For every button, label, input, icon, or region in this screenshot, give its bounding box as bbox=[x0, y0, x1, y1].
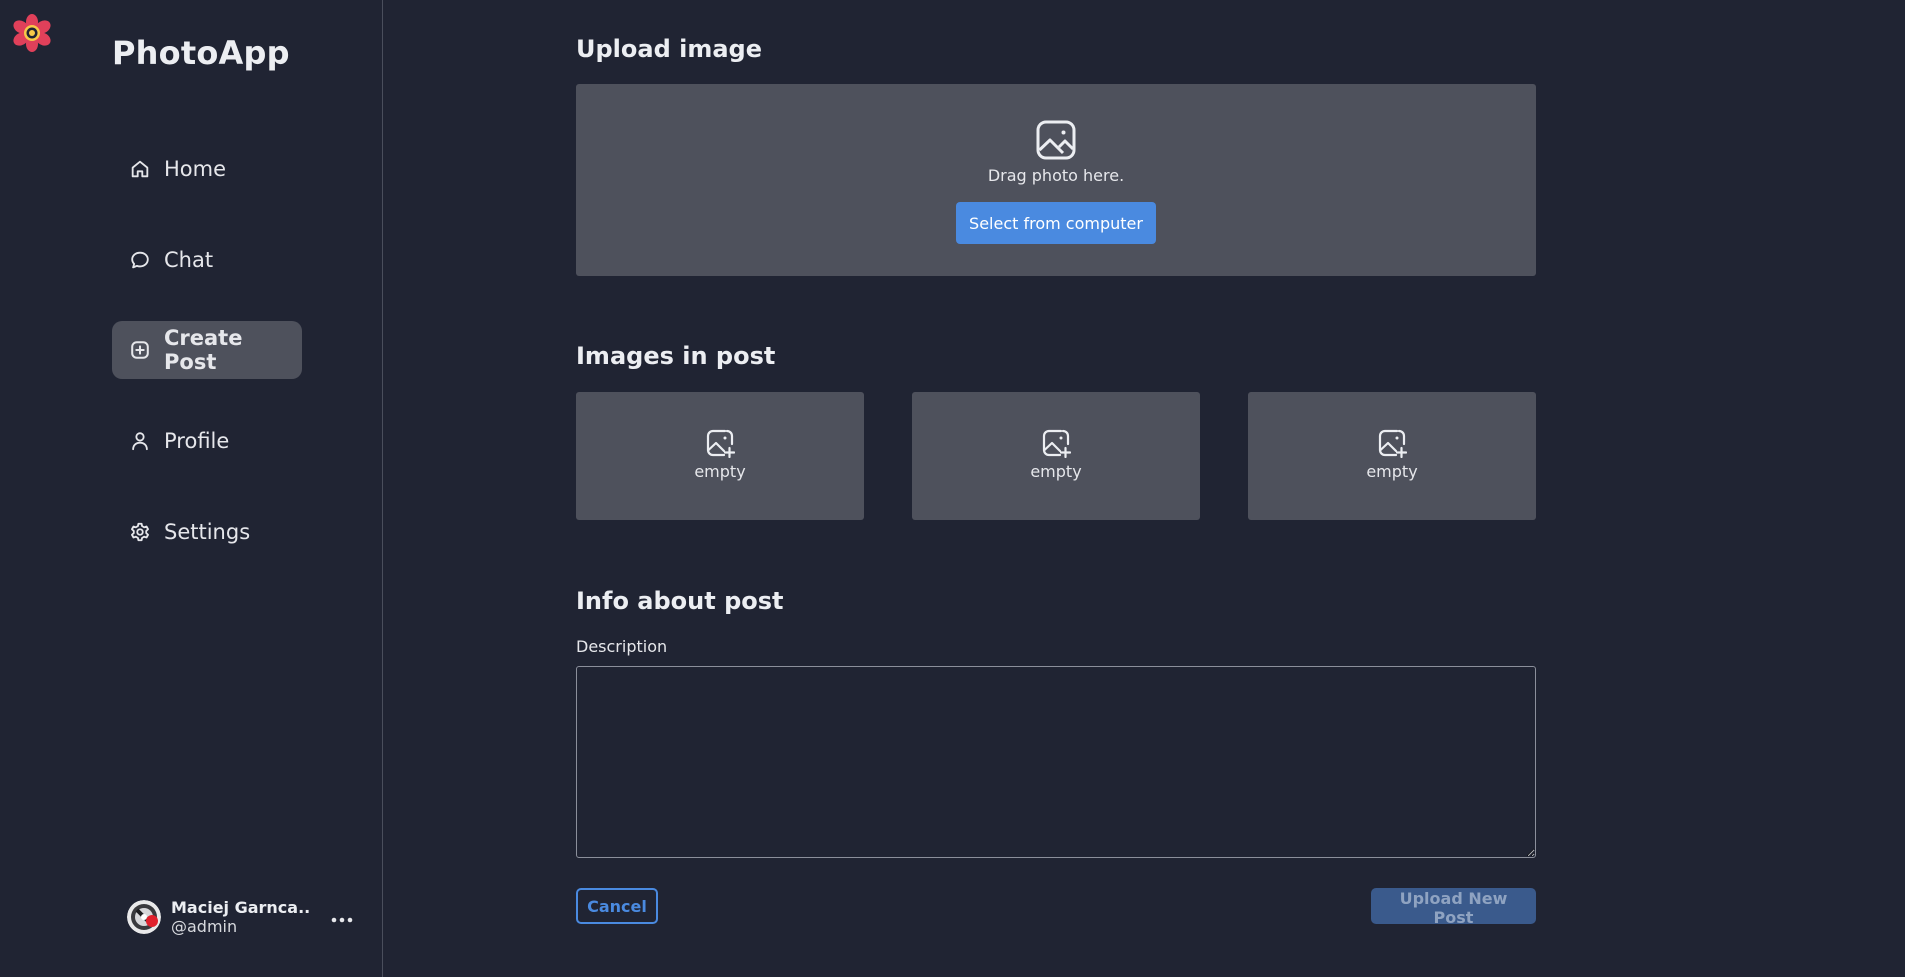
more-options-button[interactable] bbox=[328, 903, 356, 931]
plus-square-icon bbox=[129, 339, 151, 361]
info-section-title: Info about post bbox=[576, 587, 784, 615]
image-slot-3[interactable]: empty bbox=[1248, 392, 1536, 520]
photo-dropzone[interactable]: Drag photo here. Select from computer bbox=[576, 84, 1536, 276]
sidebar-item-home[interactable]: Home bbox=[112, 140, 302, 198]
sidebar-item-label: Home bbox=[164, 157, 227, 181]
upload-new-post-button[interactable]: Upload New Post bbox=[1371, 888, 1536, 927]
ellipsis-icon bbox=[331, 908, 353, 927]
sidebar: PhotoApp Home Chat Create Post Profile S… bbox=[0, 0, 383, 977]
sidebar-item-settings[interactable]: Settings bbox=[112, 503, 302, 561]
description-field[interactable] bbox=[576, 666, 1536, 858]
upload-section-title: Upload image bbox=[576, 35, 762, 63]
sidebar-item-label: Settings bbox=[164, 520, 251, 544]
cancel-button[interactable]: Cancel bbox=[576, 888, 658, 924]
dropzone-hint: Drag photo here. bbox=[987, 166, 1125, 185]
image-slot-label: empty bbox=[694, 462, 746, 481]
sidebar-item-profile[interactable]: Profile bbox=[112, 412, 302, 470]
images-section-title: Images in post bbox=[576, 342, 776, 370]
home-icon bbox=[129, 158, 151, 180]
image-slot-label: empty bbox=[1030, 462, 1082, 481]
image-add-icon bbox=[1041, 428, 1072, 459]
image-add-icon bbox=[705, 428, 736, 459]
gear-icon bbox=[129, 521, 151, 543]
user-name: Maciej Garnca... bbox=[171, 897, 311, 917]
sidebar-item-chat[interactable]: Chat bbox=[112, 231, 302, 289]
description-label: Description bbox=[576, 637, 668, 656]
user-icon bbox=[129, 430, 151, 452]
user-handle: @admin bbox=[171, 917, 238, 936]
image-slot-1[interactable]: empty bbox=[576, 392, 864, 520]
avatar bbox=[127, 900, 161, 934]
sidebar-item-label: Create Post bbox=[164, 326, 243, 374]
chat-bubble-icon bbox=[129, 249, 151, 271]
sidebar-item-create-post[interactable]: Create Post bbox=[112, 321, 302, 379]
image-icon bbox=[1035, 119, 1077, 161]
sidebar-item-label: Chat bbox=[164, 248, 214, 272]
user-card[interactable]: Maciej Garnca... @admin bbox=[127, 895, 357, 939]
app-name: PhotoApp bbox=[112, 34, 290, 72]
image-slot-2[interactable]: empty bbox=[912, 392, 1200, 520]
select-from-computer-button[interactable]: Select from computer bbox=[956, 202, 1156, 244]
image-add-icon bbox=[1377, 428, 1408, 459]
image-slot-label: empty bbox=[1366, 462, 1418, 481]
sidebar-item-label: Profile bbox=[164, 429, 230, 453]
